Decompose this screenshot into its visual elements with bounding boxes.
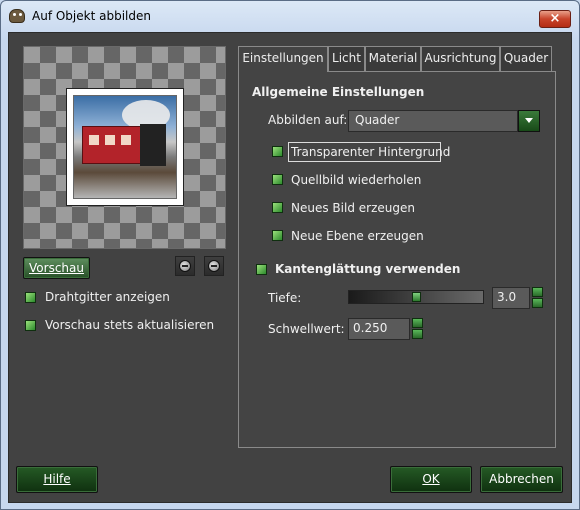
new-layer-label: Neue Ebene erzeugen <box>291 229 424 243</box>
transparent-bg-label: Transparenter Hintergrund <box>291 145 451 159</box>
new-image-checkbox[interactable] <box>272 202 283 213</box>
zoom-in-icon <box>208 260 220 272</box>
ok-button[interactable]: OK <box>390 466 472 493</box>
chevron-up-icon[interactable] <box>412 318 423 328</box>
depth-input[interactable]: 3.0 <box>492 287 530 309</box>
tab-licht[interactable]: Licht <box>328 46 365 71</box>
title-bar: Auf Objekt abbilden × <box>1 1 579 31</box>
help-button[interactable]: Hilfe <box>16 466 98 493</box>
depth-slider[interactable] <box>348 290 484 304</box>
auto-update-checkbox[interactable] <box>25 320 36 331</box>
chevron-down-icon[interactable] <box>518 110 540 132</box>
depth-label: Tiefe: <box>268 291 302 305</box>
new-layer-checkbox[interactable] <box>272 230 283 241</box>
depth-spin-buttons[interactable] <box>532 287 543 309</box>
threshold-input[interactable]: 0.250 <box>348 318 410 340</box>
zoom-out-button[interactable] <box>175 256 195 276</box>
slider-handle[interactable] <box>412 292 421 302</box>
tab-einstellungen[interactable]: Einstellungen <box>238 46 328 72</box>
section-heading: Allgemeine Einstellungen <box>252 85 425 99</box>
gimp-icon <box>9 9 25 23</box>
map-to-label: Abbilden auf: <box>268 113 348 127</box>
zoom-in-button[interactable] <box>204 256 224 276</box>
new-image-label: Neues Bild erzeugen <box>291 201 415 215</box>
close-button[interactable]: × <box>539 10 571 28</box>
preview-button[interactable]: Vorschau <box>23 257 90 279</box>
wireframe-checkbox[interactable] <box>25 292 36 303</box>
antialias-label: Kantenglättung verwenden <box>275 262 461 276</box>
tile-source-label: Quellbild wiederholen <box>291 173 422 187</box>
preview-cube-image <box>66 88 184 206</box>
auto-update-label: Vorschau stets aktualisieren <box>45 318 215 332</box>
chevron-up-icon[interactable] <box>532 287 543 297</box>
wireframe-label: Drahtgitter anzeigen <box>45 290 170 304</box>
chevron-down-icon[interactable] <box>532 298 543 308</box>
antialias-checkbox[interactable] <box>256 264 267 275</box>
tab-quader[interactable]: Quader <box>500 46 552 71</box>
transparent-bg-checkbox[interactable] <box>272 146 283 157</box>
window-title: Auf Objekt abbilden <box>32 9 151 23</box>
threshold-spin-buttons[interactable] <box>412 318 423 340</box>
chevron-down-icon[interactable] <box>412 329 423 339</box>
zoom-out-icon <box>179 260 191 272</box>
tab-ausrichtung[interactable]: Ausrichtung <box>421 46 500 71</box>
tab-material[interactable]: Material <box>365 46 421 71</box>
threshold-label: Schwellwert: <box>268 322 345 336</box>
map-to-select[interactable]: Quader <box>348 110 518 132</box>
cancel-button[interactable]: Abbrechen <box>480 466 563 493</box>
tile-source-checkbox[interactable] <box>272 174 283 185</box>
